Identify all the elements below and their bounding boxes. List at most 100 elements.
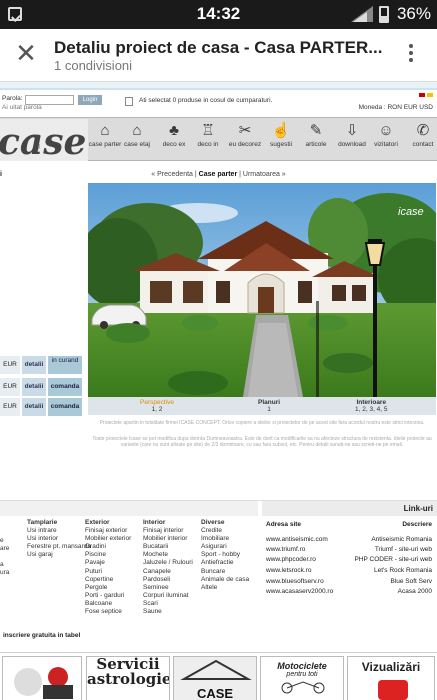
table-row: www.letsrock.ro Let's Rock Romania bbox=[264, 567, 436, 576]
top-strip bbox=[0, 82, 437, 90]
free-listing-link[interactable]: inscriere gratuita in tabel bbox=[3, 632, 80, 639]
tools-icon: ✂ bbox=[238, 122, 252, 139]
battery-percent: 36% bbox=[396, 4, 431, 23]
site-desc: Blue Soft Serv bbox=[390, 578, 432, 585]
registered-mark: ® bbox=[35, 144, 41, 151]
site-url[interactable]: www.acasaserv2000.ro bbox=[266, 588, 333, 595]
site-desc: Acasa 2000 bbox=[397, 588, 432, 595]
nav-download[interactable]: ⇩ download bbox=[333, 120, 371, 160]
nav-eu-decorez[interactable]: ✂ eu decorez bbox=[226, 120, 264, 160]
current-category: Case parter bbox=[198, 171, 238, 178]
table-row: www.phpcoder.ro PHP CODER - site-uri web bbox=[264, 556, 436, 565]
house-icon: ⌂ bbox=[100, 122, 110, 139]
cart-text: Ati selectat 0 produse in cosul de cumpa… bbox=[139, 97, 273, 104]
footer-directory: Link-uri e are a ura Tamplarie Usi intra… bbox=[0, 500, 437, 640]
price-currency: EUR bbox=[0, 398, 20, 416]
photo-watermark: icase bbox=[398, 206, 424, 218]
red-3d-shape bbox=[378, 680, 408, 700]
copyright-note: Proiectele apartin in totalitate firmei … bbox=[99, 420, 425, 426]
password-input[interactable] bbox=[25, 95, 74, 105]
tab-planuri[interactable]: Planuri 1 bbox=[258, 399, 280, 413]
forgot-password-link[interactable]: Ai uitat parola bbox=[2, 104, 42, 111]
ad-banner-case-pasive[interactable]: CASE PASIVE bbox=[173, 656, 257, 700]
password-label: Parola: bbox=[2, 95, 23, 102]
house-photo[interactable]: icase bbox=[88, 183, 436, 397]
ad-banner-vizualizari[interactable]: Vizualizări bbox=[347, 656, 435, 700]
column-interior: Interior Finisaj interior Mobilier inter… bbox=[143, 519, 193, 616]
details-button[interactable]: detalii bbox=[22, 398, 46, 416]
column-diverse: Diverse Credite Imobiliare Asigurari Spo… bbox=[201, 519, 250, 591]
links-table-header: Adresa site Descriere bbox=[266, 521, 432, 528]
motorcycle-icon bbox=[281, 681, 325, 694]
signal-icon bbox=[351, 6, 373, 22]
column-exterior: Exterior Finisaj exterior Mobilier exter… bbox=[85, 519, 132, 616]
page-title: Detaliu proiect de casa - Casa PARTER... bbox=[54, 38, 383, 57]
breadcrumb: « Precedenta | Case parter | Urmatoarea … bbox=[151, 171, 286, 178]
table-row: www.acasaserv2000.ro Acasa 2000 bbox=[264, 588, 436, 597]
price-row: EUR detalii in curand bbox=[0, 356, 82, 374]
price-row: EUR detalii comanda bbox=[0, 378, 82, 396]
status-badge: in curand bbox=[48, 356, 82, 374]
table-row: www.antiseismic.com Antiseismic Romania bbox=[264, 536, 436, 545]
tab-perspective[interactable]: Perspective 1, 2 bbox=[140, 399, 174, 413]
view-tabs: Perspective 1, 2 Planuri 1 Interioare 1,… bbox=[88, 397, 436, 415]
table-row: www.triumf.ro Triumf - site-uri web bbox=[264, 546, 436, 555]
nav-case-etaj[interactable]: ⌂ case etaj bbox=[118, 120, 156, 160]
nav-deco-in[interactable]: ♖ deco in bbox=[189, 120, 227, 160]
login-bar: Parola: Ai uitat parola Login Ati select… bbox=[0, 92, 437, 114]
browser-app-bar: ✕ Detaliu proiect de casa - Casa PARTER.… bbox=[0, 29, 437, 82]
price-row: EUR detalii comanda bbox=[0, 398, 82, 416]
site-url[interactable]: www.bluesoftserv.ro bbox=[266, 578, 324, 585]
price-currency: EUR bbox=[0, 378, 20, 396]
main-nav: case ® ⌂ case parter ⌂ case etaj ♣ deco ex … bbox=[0, 117, 437, 163]
nav-deco-ex[interactable]: ♣ deco ex bbox=[155, 120, 193, 160]
site-url[interactable]: www.antiseismic.com bbox=[266, 536, 328, 543]
download-icon: ⇩ bbox=[345, 122, 359, 139]
modification-note: Toate proiectele Icase se pot modifica d… bbox=[92, 436, 432, 448]
toy-image bbox=[14, 667, 73, 699]
price-currency: EUR bbox=[0, 356, 20, 374]
site-desc: Antiseismic Romania bbox=[371, 536, 432, 543]
ad-banner-motociclete[interactable]: Motociclete pentru toti bbox=[260, 656, 344, 700]
order-button[interactable]: comanda bbox=[48, 398, 82, 416]
logo-text: case bbox=[0, 121, 87, 163]
left-partial-column: e are a ura bbox=[0, 537, 10, 577]
site-logo[interactable]: case ® bbox=[0, 119, 88, 163]
nav-vizitatori[interactable]: ☺ vizitatori bbox=[367, 120, 405, 160]
more-options-icon[interactable] bbox=[409, 44, 415, 64]
details-button[interactable]: detalii bbox=[22, 356, 46, 374]
site-url[interactable]: www.letsrock.ro bbox=[266, 567, 312, 574]
battery-icon bbox=[379, 6, 389, 23]
ad-banner-astrologie[interactable]: Servicii astrologie bbox=[86, 656, 170, 700]
next-link[interactable]: Urmatoarea » bbox=[243, 171, 286, 178]
nav-sugestii[interactable]: ☝ sugestii bbox=[262, 120, 300, 160]
cart-icon[interactable] bbox=[125, 97, 133, 106]
ad-banners: Servicii astrologie CASE PASIVE Motocicl… bbox=[0, 652, 437, 700]
house-illustration: icase bbox=[88, 183, 436, 397]
visitors-icon: ☺ bbox=[378, 122, 394, 139]
links-header: Link-uri bbox=[262, 501, 437, 516]
site-url[interactable]: www.phpcoder.ro bbox=[266, 556, 316, 563]
site-desc: PHP CODER - site-uri web bbox=[354, 556, 432, 563]
lamp-icon: ♖ bbox=[201, 122, 215, 139]
language-flags[interactable] bbox=[419, 93, 433, 99]
thumbs-up-icon: ☝ bbox=[271, 122, 291, 139]
web-page: Parola: Ai uitat parola Login Ati select… bbox=[0, 82, 437, 700]
status-bar: 14:32 36% bbox=[0, 0, 437, 29]
ad-banner-toys[interactable] bbox=[2, 656, 82, 700]
login-button[interactable]: Login bbox=[78, 95, 102, 105]
article-icon: ✎ bbox=[309, 122, 323, 139]
tree-icon: ♣ bbox=[169, 122, 179, 139]
prev-link[interactable]: « Precedenta bbox=[151, 171, 193, 178]
close-icon[interactable]: ✕ bbox=[13, 40, 39, 67]
house-outline-icon bbox=[180, 659, 252, 680]
details-button[interactable]: detalii bbox=[22, 378, 46, 396]
tab-interioare[interactable]: Interioare 1, 2, 3, 4, 5 bbox=[355, 399, 388, 413]
order-button[interactable]: comanda bbox=[48, 378, 82, 396]
nav-articole[interactable]: ✎ articole bbox=[297, 120, 335, 160]
site-url[interactable]: www.triumf.ro bbox=[266, 546, 305, 553]
site-desc: Let's Rock Romania bbox=[374, 567, 432, 574]
contact-icon: ✆ bbox=[416, 122, 430, 139]
nav-contact[interactable]: ✆ contact bbox=[404, 120, 437, 160]
currency-selector[interactable]: Moneda : RON EUR USD bbox=[359, 104, 433, 111]
